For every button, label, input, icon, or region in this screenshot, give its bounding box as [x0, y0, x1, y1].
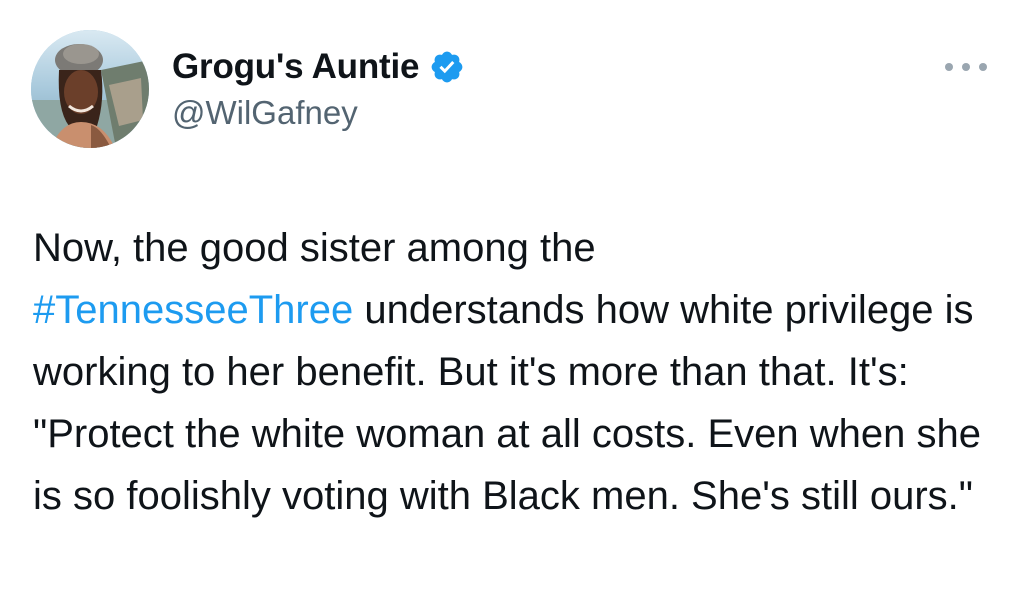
display-name[interactable]: Grogu's Auntie — [172, 47, 419, 87]
tweet-text: Now, the good sister among the #Tennesse… — [33, 217, 993, 527]
author-names: Grogu's Auntie @WilGafney — [172, 46, 465, 132]
tweet-card: Grogu's Auntie @WilGafney Now, the good … — [0, 0, 1024, 593]
display-name-row: Grogu's Auntie — [172, 46, 465, 88]
more-horizontal-icon[interactable] — [945, 58, 987, 76]
more-dot — [979, 63, 987, 71]
avatar[interactable] — [31, 30, 149, 148]
hashtag-link[interactable]: #TennesseeThree — [33, 288, 353, 332]
verified-badge-icon[interactable] — [429, 49, 465, 85]
profile-photo — [31, 30, 149, 148]
handle[interactable]: @WilGafney — [172, 94, 465, 132]
more-dot — [945, 63, 953, 71]
tweet-text-part: Now, the good sister among the — [33, 226, 596, 270]
more-dot — [962, 63, 970, 71]
